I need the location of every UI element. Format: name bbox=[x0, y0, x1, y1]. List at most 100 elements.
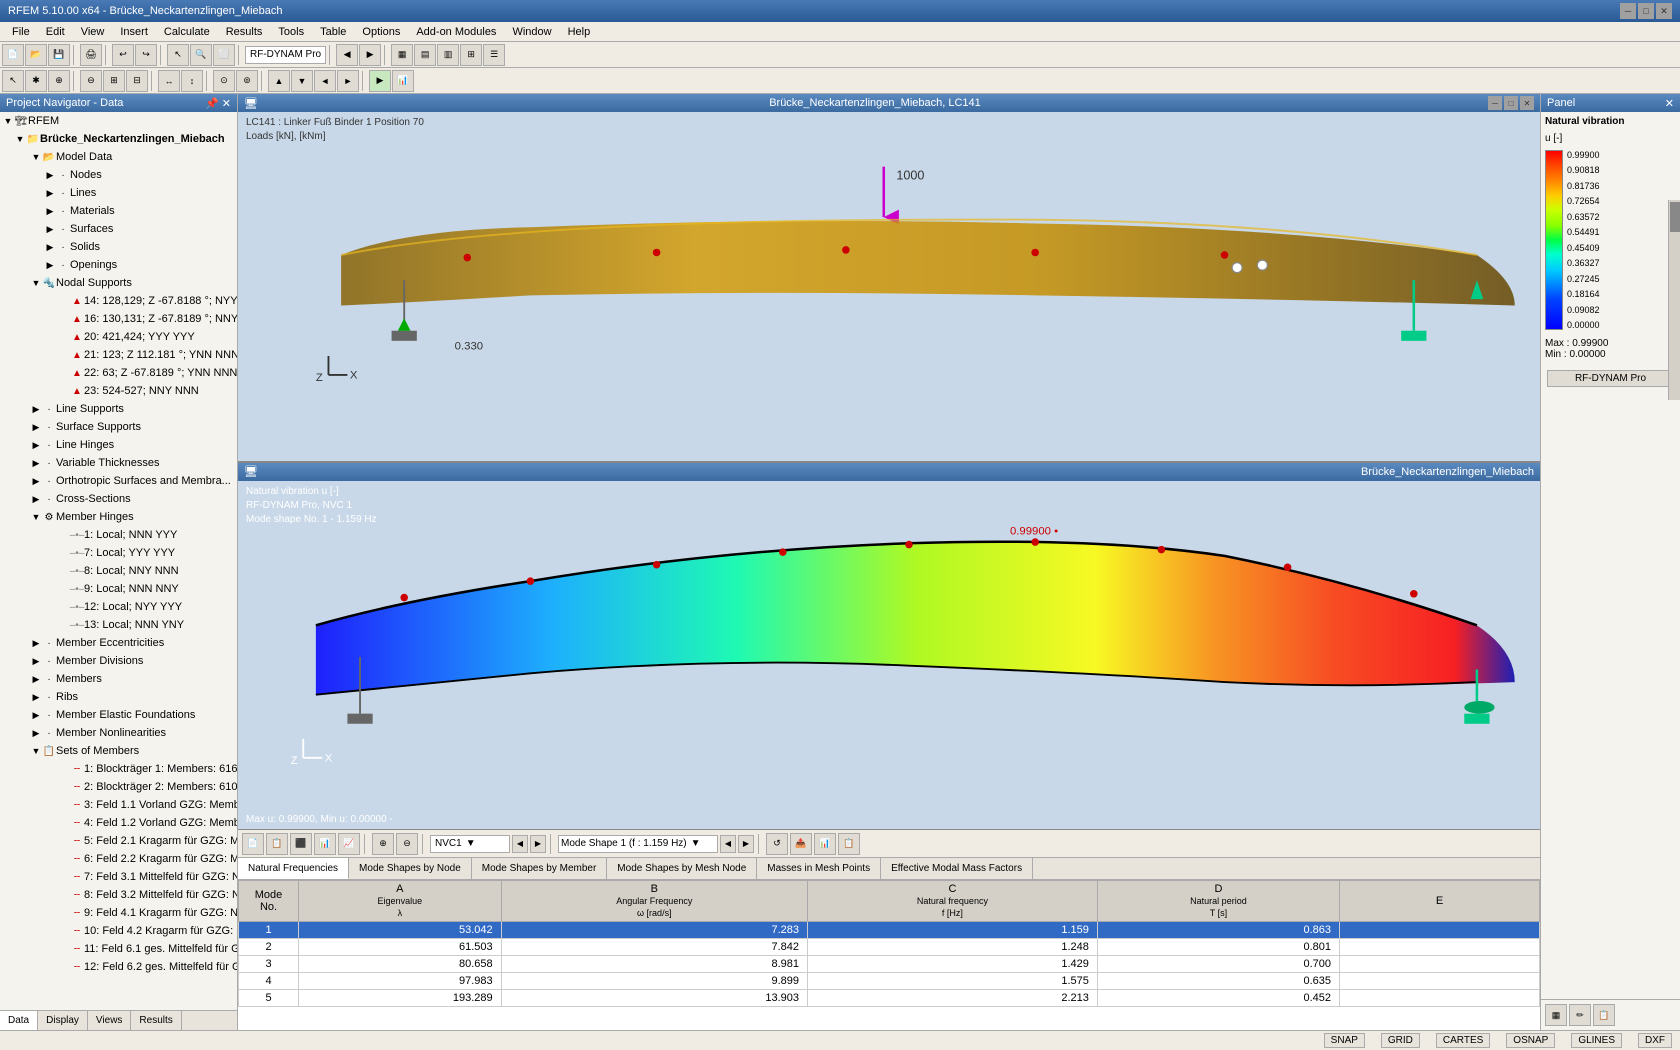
results-tb-7[interactable]: ⊖ bbox=[396, 833, 418, 855]
results-tb-2[interactable]: 📋 bbox=[266, 833, 288, 855]
toolbar2-calculate[interactable]: ▶ bbox=[369, 70, 391, 92]
tab-results[interactable]: Results bbox=[131, 1011, 181, 1030]
tree-hinge-12[interactable]: ·–•–12: Local; NYY YYY bbox=[0, 598, 237, 616]
viewport-min[interactable]: ─ bbox=[1488, 96, 1502, 110]
tree-surface-supports[interactable]: ▶·Surface Supports bbox=[0, 418, 237, 436]
tab-mode-shapes-node[interactable]: Mode Shapes by Node bbox=[349, 858, 472, 879]
col-header-mode[interactable]: Mode No. bbox=[239, 881, 299, 922]
tree-set-4[interactable]: ·╌4: Feld 1.2 Vorland GZG: Memb bbox=[0, 814, 237, 832]
toolbar-btn-e[interactable]: ☰ bbox=[483, 44, 505, 66]
toolbar2-btn7[interactable]: ↔ bbox=[158, 70, 180, 92]
toolbar-print[interactable]: 🖨 bbox=[80, 44, 102, 66]
menu-edit[interactable]: Edit bbox=[38, 24, 73, 40]
toolbar-new[interactable]: 📄 bbox=[2, 44, 24, 66]
results-tb-5[interactable]: 📈 bbox=[338, 833, 360, 855]
tab-data[interactable]: Data bbox=[0, 1011, 38, 1030]
toolbar2-btn11[interactable]: ▲ bbox=[268, 70, 290, 92]
tree-hinge-8[interactable]: ·–•–8: Local; NNY NNN bbox=[0, 562, 237, 580]
toolbar-undo[interactable]: ↩ bbox=[112, 44, 134, 66]
col-header-c[interactable]: CNatural frequencyf [Hz] bbox=[807, 881, 1097, 922]
nvc-arrow[interactable]: ▼ bbox=[466, 838, 476, 849]
panel-close[interactable]: ✕ bbox=[1665, 97, 1674, 110]
panel-icon-3[interactable]: 📋 bbox=[1593, 1004, 1615, 1026]
tree-set-10[interactable]: ·╌10: Feld 4.2 Kragarm für GZG: N bbox=[0, 922, 237, 940]
tree-nodal-23[interactable]: ·▲23: 524-527; NNY NNN bbox=[0, 382, 237, 400]
panel-icon-1[interactable]: ▦ bbox=[1545, 1004, 1567, 1026]
toolbar-btn-c[interactable]: ▥ bbox=[437, 44, 459, 66]
tree-nodal-16[interactable]: ·▲16: 130,131; Z -67.8189 °; NNY N bbox=[0, 310, 237, 328]
tree-nodal-21[interactable]: ·▲21: 123; Z 112.181 °; YNN NNN bbox=[0, 346, 237, 364]
toolbar-select[interactable]: ↖ bbox=[167, 44, 189, 66]
menu-view[interactable]: View bbox=[73, 24, 113, 40]
mode-shape-dropdown[interactable]: Mode Shape 1 (f : 1.159 Hz) ▼ bbox=[558, 835, 718, 853]
tree-member-hinges[interactable]: ▼ ⚙ Member Hinges bbox=[0, 508, 237, 526]
tree-set-12[interactable]: ·╌12: Feld 6.2 ges. Mittelfeld für G... bbox=[0, 958, 237, 976]
col-header-b[interactable]: BAngular Frequencyω [rad/s] bbox=[501, 881, 807, 922]
tree-set-5[interactable]: ·╌5: Feld 2.1 Kragarm für GZG: M bbox=[0, 832, 237, 850]
status-dxf[interactable]: DXF bbox=[1638, 1033, 1672, 1048]
tree-set-7[interactable]: ·╌7: Feld 3.1 Mittelfeld für GZG: N bbox=[0, 868, 237, 886]
tree-set-9[interactable]: ·╌9: Feld 4.1 Kragarm für GZG: N bbox=[0, 904, 237, 922]
tree-project[interactable]: ▼ 📁 Brücke_Neckartenzlingen_Miebach bbox=[0, 130, 237, 148]
menu-options[interactable]: Options bbox=[354, 24, 408, 40]
results-copy[interactable]: 📋 bbox=[838, 833, 860, 855]
tab-modal-mass[interactable]: Effective Modal Mass Factors bbox=[881, 858, 1033, 879]
tree-set-11[interactable]: ·╌11: Feld 6.1 ges. Mittelfeld für G bbox=[0, 940, 237, 958]
nvc-dropdown[interactable]: NVC1 ▼ bbox=[430, 835, 510, 853]
toolbar-zoom-all[interactable]: ⬜ bbox=[213, 44, 235, 66]
viewport-max[interactable]: □ bbox=[1504, 96, 1518, 110]
nav-back[interactable]: ◀ bbox=[512, 835, 528, 853]
tree-model-data[interactable]: ▼ 📂 Model Data bbox=[0, 148, 237, 166]
close-button[interactable]: ✕ bbox=[1656, 3, 1672, 19]
results-tb-1[interactable]: 📄 bbox=[242, 833, 264, 855]
col-header-e[interactable]: E bbox=[1340, 881, 1540, 922]
menu-table[interactable]: Table bbox=[312, 24, 354, 40]
toolbar2-btn14[interactable]: ► bbox=[337, 70, 359, 92]
toolbar-back[interactable]: ◀ bbox=[336, 44, 358, 66]
tab-masses[interactable]: Masses in Mesh Points bbox=[757, 858, 881, 879]
tree-root[interactable]: ▼ 🏗 RFEM bbox=[0, 112, 237, 130]
toolbar-zoom[interactable]: 🔍 bbox=[190, 44, 212, 66]
tab-display[interactable]: Display bbox=[38, 1011, 88, 1030]
tree-set-3[interactable]: ·╌3: Feld 1.1 Vorland GZG: Memb bbox=[0, 796, 237, 814]
tree-member-eccentricities[interactable]: ▶·Member Eccentricities bbox=[0, 634, 237, 652]
tab-natural-freq[interactable]: Natural Frequencies bbox=[238, 858, 349, 879]
legend-scrollbar[interactable] bbox=[1668, 200, 1680, 400]
tree-ribs[interactable]: ▶·Ribs bbox=[0, 688, 237, 706]
results-excel[interactable]: 📊 bbox=[814, 833, 836, 855]
tab-mode-shapes-member[interactable]: Mode Shapes by Member bbox=[472, 858, 608, 879]
status-glines[interactable]: GLINES bbox=[1571, 1033, 1622, 1048]
toolbar2-btn9[interactable]: ⊙ bbox=[213, 70, 235, 92]
toolbar-btn-b[interactable]: ▤ bbox=[414, 44, 436, 66]
tab-views[interactable]: Views bbox=[88, 1011, 132, 1030]
menu-calculate[interactable]: Calculate bbox=[156, 24, 218, 40]
tree-solids[interactable]: ▶·Solids bbox=[0, 238, 237, 256]
toolbar2-btn3[interactable]: ⊕ bbox=[48, 70, 70, 92]
toolbar-open[interactable]: 📂 bbox=[25, 44, 47, 66]
results-tb-4[interactable]: 📊 bbox=[314, 833, 336, 855]
tree-var-thick[interactable]: ▶·Variable Thicknesses bbox=[0, 454, 237, 472]
tree-surfaces[interactable]: ▶·Surfaces bbox=[0, 220, 237, 238]
col-header-d[interactable]: DNatural periodT [s] bbox=[1097, 881, 1339, 922]
results-reset[interactable]: ↺ bbox=[766, 833, 788, 855]
viewport-close[interactable]: ✕ bbox=[1520, 96, 1534, 110]
toolbar2-btn8[interactable]: ↕ bbox=[181, 70, 203, 92]
table-row[interactable]: 1 53.042 7.283 1.159 0.863 bbox=[239, 922, 1540, 939]
tree-lines[interactable]: ▶·Lines bbox=[0, 184, 237, 202]
toolbar2-btn5[interactable]: ⊞ bbox=[103, 70, 125, 92]
toolbar-redo[interactable]: ↪ bbox=[135, 44, 157, 66]
results-export[interactable]: 📤 bbox=[790, 833, 812, 855]
expand-model-data[interactable]: ▼ bbox=[30, 151, 42, 163]
menu-file[interactable]: File bbox=[4, 24, 38, 40]
tree-set-2[interactable]: ·╌2: Blockträger 2: Members: 610, bbox=[0, 778, 237, 796]
navigator-pin[interactable]: 📌 bbox=[205, 98, 219, 110]
navigator-close[interactable]: ✕ bbox=[222, 98, 231, 110]
rf-dynam-button[interactable]: RF-DYNAM Pro bbox=[1547, 370, 1674, 387]
minimize-button[interactable]: ─ bbox=[1620, 3, 1636, 19]
mode-forward[interactable]: ▶ bbox=[738, 835, 754, 853]
toolbar2-btn13[interactable]: ◄ bbox=[314, 70, 336, 92]
maximize-button[interactable]: □ bbox=[1638, 3, 1654, 19]
tree-line-supports[interactable]: ▶·Line Supports bbox=[0, 400, 237, 418]
toolbar2-btn12[interactable]: ▼ bbox=[291, 70, 313, 92]
tree-cross-sections[interactable]: ▶·Cross-Sections bbox=[0, 490, 237, 508]
